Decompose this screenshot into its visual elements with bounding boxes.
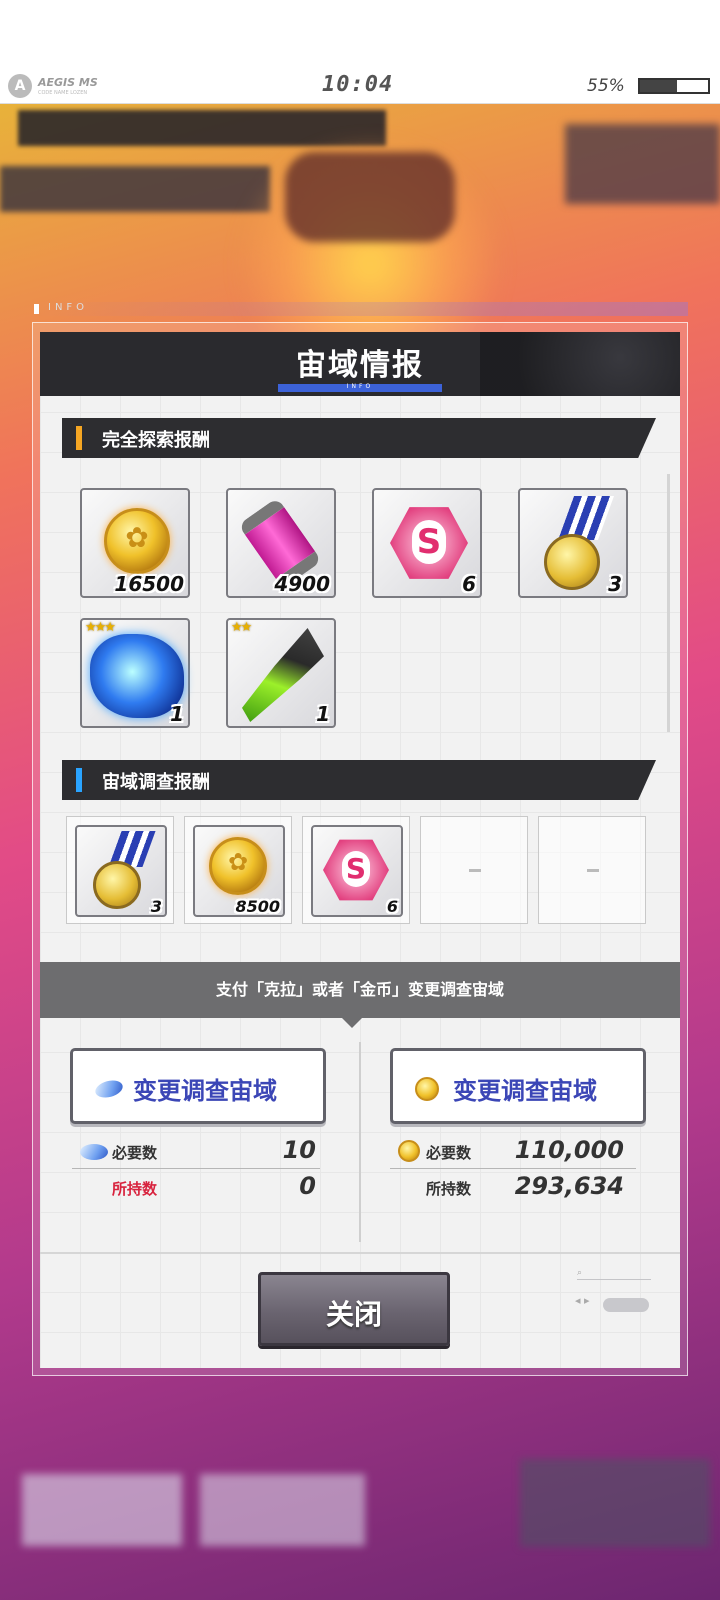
bg-home-button xyxy=(200,1474,365,1546)
search-deco-icon: ⌕ xyxy=(577,1268,651,1280)
required-label: 必要数 xyxy=(112,1144,158,1162)
row-divider xyxy=(390,1168,636,1169)
investigation-reward-slot[interactable]: 3 xyxy=(66,816,174,924)
investigation-reward-slot[interactable]: 6 xyxy=(302,816,410,924)
full-exploration-reward-header: 完全探索报酬 xyxy=(62,418,656,458)
reward-item[interactable]: ★★ 1 xyxy=(226,618,336,728)
pill-deco xyxy=(603,1298,649,1312)
bg-emblem xyxy=(285,152,455,242)
owned-value: 293,634 xyxy=(514,1172,624,1200)
section-title: 完全探索报酬 xyxy=(102,430,210,451)
payment-note: 支付「克拉」或者「金币」变更调查宙域 xyxy=(215,980,504,999)
battery-percent: 55% xyxy=(587,76,625,96)
bg-back-button xyxy=(22,1474,182,1546)
item-quantity: 8500 xyxy=(235,897,280,916)
reward-item[interactable]: 8500 xyxy=(193,825,285,917)
s-hexagon-icon xyxy=(390,507,468,579)
section-title: 宙域调查报酬 xyxy=(102,772,210,793)
title-underline-label: INFO xyxy=(346,383,374,390)
medal-icon xyxy=(544,534,600,590)
item-quantity: 6 xyxy=(462,572,476,596)
coin-icon xyxy=(398,1140,420,1162)
band-notch xyxy=(342,1018,362,1028)
bg-title-bar xyxy=(18,110,386,146)
owned-value: 0 xyxy=(299,1172,316,1200)
green-shell-icon xyxy=(242,628,324,722)
row-divider xyxy=(72,1168,320,1169)
item-quantity: 16500 xyxy=(114,572,184,596)
rarity-stars: ★★ xyxy=(231,620,252,635)
empty-dash-icon xyxy=(587,869,599,872)
reward-item[interactable]: 3 xyxy=(518,488,628,598)
reward-item[interactable]: 6 xyxy=(311,825,403,917)
change-sector-carat-button[interactable]: 变更调查宙域 xyxy=(70,1048,326,1124)
reward-item[interactable]: ★★★ 1 xyxy=(80,618,190,728)
dialog-title: 宙域情报 xyxy=(296,348,424,383)
brand-name: AEGIS MS xyxy=(38,76,98,89)
close-button[interactable]: 关闭 xyxy=(258,1272,450,1346)
empty-reward-slot xyxy=(538,816,646,924)
required-value: 10 xyxy=(282,1136,316,1164)
change-sector-coin-button[interactable]: 变更调查宙域 xyxy=(390,1048,646,1124)
coin-icon xyxy=(104,508,170,574)
info-strip: INFO xyxy=(32,302,688,316)
coin-icon xyxy=(209,837,267,895)
button-label: 变更调查宙域 xyxy=(453,1077,597,1105)
investigation-reward-slot[interactable]: 8500 xyxy=(184,816,292,924)
carat-owned-row: 所持数 0 xyxy=(80,1172,316,1202)
sector-info-dialog: 宙域情报 INFO 完全探索报酬 16500 4900 6 3 ★★★ 1 ★★… xyxy=(40,332,680,1368)
item-quantity: 1 xyxy=(316,702,330,726)
item-quantity: 3 xyxy=(150,897,162,916)
item-quantity: 4900 xyxy=(274,572,330,596)
close-button-label: 关闭 xyxy=(325,1298,382,1331)
bg-top-right-button xyxy=(565,124,720,204)
app-logo-icon: A xyxy=(8,74,32,98)
payment-note-band: 支付「克拉」或者「金币」变更调查宙域 xyxy=(40,962,680,1028)
reward-item[interactable]: 3 xyxy=(75,825,167,917)
battery-level xyxy=(640,80,678,92)
battery-icon xyxy=(638,78,710,94)
coin-icon xyxy=(415,1077,439,1101)
info-strip-label: INFO xyxy=(48,302,89,313)
coin-required-row: 必要数 110,000 xyxy=(394,1136,624,1166)
coin-owned-row: 所持数 293,634 xyxy=(394,1172,624,1202)
item-quantity: 6 xyxy=(386,897,398,916)
reward-scrollbar[interactable] xyxy=(667,474,670,732)
investigation-reward-header: 宙域调查报酬 xyxy=(62,760,656,800)
section-accent xyxy=(76,426,82,450)
required-value: 110,000 xyxy=(514,1136,624,1164)
reward-item[interactable]: 16500 xyxy=(80,488,190,598)
item-quantity: 3 xyxy=(608,572,622,596)
carat-gem-icon xyxy=(93,1077,125,1101)
bg-info-bar xyxy=(0,166,270,212)
rarity-stars: ★★★ xyxy=(85,620,116,635)
clock: 10:04 xyxy=(322,72,394,97)
medal-icon xyxy=(93,861,141,909)
arrows-icon: ◂ ▸ xyxy=(575,1294,590,1307)
s-hexagon-icon xyxy=(323,839,389,901)
carat-required-row: 必要数 10 xyxy=(80,1136,316,1166)
dialog-header: 宙域情报 INFO xyxy=(40,332,680,396)
section-accent xyxy=(76,768,82,792)
column-divider xyxy=(359,1042,361,1242)
brand-subtitle: CODE NAME LOZEN xyxy=(38,90,88,96)
required-label: 必要数 xyxy=(426,1144,472,1162)
carat-gem-icon xyxy=(80,1144,108,1160)
button-label: 变更调查宙域 xyxy=(133,1077,277,1105)
reward-item[interactable]: 4900 xyxy=(226,488,336,598)
item-quantity: 1 xyxy=(170,702,184,726)
empty-dash-icon xyxy=(469,869,481,872)
info-tick-icon xyxy=(34,304,39,314)
footer-divider xyxy=(40,1252,680,1254)
owned-label: 所持数 xyxy=(112,1180,158,1198)
status-bar: A AEGIS MS CODE NAME LOZEN 10:04 55% xyxy=(0,68,720,104)
bg-next-button xyxy=(520,1459,710,1547)
owned-label: 所持数 xyxy=(426,1180,472,1198)
corner-decoration: ◂ ▸ xyxy=(575,1294,649,1314)
empty-reward-slot xyxy=(420,816,528,924)
reward-item[interactable]: 6 xyxy=(372,488,482,598)
